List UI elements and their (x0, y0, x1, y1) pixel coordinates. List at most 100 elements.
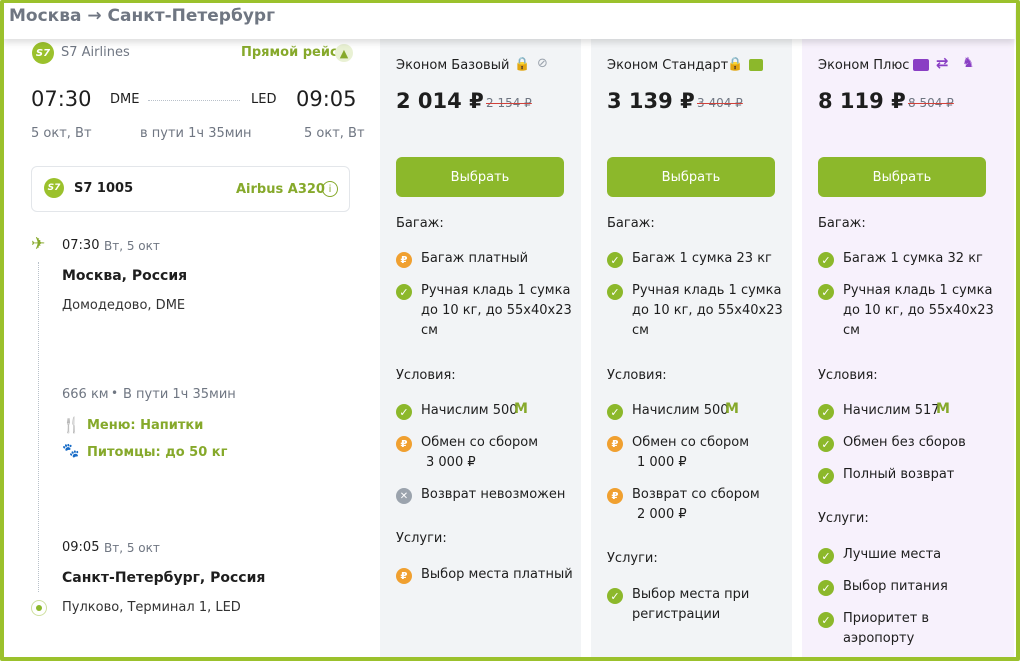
fork-knife-icon: 🍴 (62, 416, 81, 434)
check-icon: ✓ (818, 580, 834, 596)
services-title: Услуги: (818, 511, 869, 526)
conditions-title: Условия: (607, 368, 667, 383)
flight-duration: в пути 1ч 35мин (140, 126, 252, 141)
baggage-item: Ручная кладь 1 сумка (421, 283, 571, 298)
departure-date: 5 окт, Вт (31, 126, 92, 141)
menu-info: Меню: Напитки (87, 418, 204, 433)
check-icon: ✓ (607, 404, 623, 420)
route-line (148, 100, 240, 101)
condition-item: Обмен со сбором (632, 435, 750, 450)
conditions-title: Условия: (396, 368, 456, 383)
miles-icon: M (725, 401, 739, 417)
baggage-item: Багаж платный (421, 251, 529, 266)
condition-item: Возврат невозможен (421, 487, 566, 502)
condition-item: 1 000 ₽ (637, 455, 687, 470)
check-icon: ✓ (818, 436, 834, 452)
baggage-item: до 10 кг, до 55х40х23 (632, 303, 783, 318)
takeoff-icon: ✈ (31, 234, 46, 254)
fare-name: Эконом Плюс (818, 58, 910, 73)
baggage-title: Багаж: (396, 216, 444, 231)
condition-item: Возврат со сбором (632, 487, 760, 502)
paid-icon: ₽ (607, 436, 623, 452)
flight-distance: 666 км (62, 387, 109, 402)
fare-price: 8 119 ₽ (818, 89, 906, 113)
aircraft-type: Airbus A320 (236, 182, 325, 197)
arrival-code: LED (251, 92, 277, 107)
service-item: Выбор места платный (421, 567, 573, 582)
check-icon: ✓ (607, 252, 623, 268)
check-icon: ✓ (607, 588, 623, 604)
departure-city: Москва, Россия (62, 268, 188, 284)
bag-icon: 🔒 (514, 57, 531, 72)
check-icon: ✓ (396, 404, 412, 420)
baggage-item: до 10 кг, до 55х40х23 (421, 303, 572, 318)
direct-flight-toggle[interactable]: Прямой рейс (241, 45, 338, 60)
baggage-title: Багаж: (607, 216, 655, 231)
paid-icon: ₽ (396, 252, 412, 268)
arrival-date: 5 окт, Вт (304, 126, 365, 141)
check-icon: ✓ (607, 284, 623, 300)
paid-icon: ₽ (607, 488, 623, 504)
info-icon[interactable]: i (322, 181, 338, 197)
baggage-item: см (421, 323, 438, 338)
condition-item: Начислим 500 (421, 403, 518, 418)
bag-icon: 🔒 (727, 57, 744, 72)
fare-column-basic: Эконом Базовый 🔒 ⊘ 2 014 ₽ 2 154 ₽ Выбра… (380, 39, 581, 661)
condition-item: Начислим 517 (843, 403, 940, 418)
detail-duration: В пути 1ч 35мин (123, 387, 236, 402)
departure-code: DME (110, 92, 140, 107)
services-title: Услуги: (396, 531, 447, 546)
departure-airport: Домодедово, DME (62, 298, 186, 313)
cross-icon: ✕ (396, 488, 412, 504)
chevron-up-icon[interactable]: ▲ (335, 44, 353, 62)
conditions-title: Условия: (818, 368, 878, 383)
service-item: Приоритет в (843, 611, 930, 626)
arr-detail-time: 09:05 (62, 540, 100, 555)
baggage-item: Багаж 1 сумка 32 кг (843, 251, 983, 266)
baggage-item: см (843, 323, 860, 338)
baggage-title: Багаж: (818, 216, 866, 231)
condition-item: Обмен без сборов (843, 435, 966, 450)
s7-logo-small: S7 (44, 178, 64, 198)
miles-icon: M (936, 401, 950, 417)
dep-detail-time: 07:30 (62, 238, 100, 253)
fare-column-plus: Эконом Плюс ⇄ ♞ 8 119 ₽ 8 504 ₽ Выбрать … (802, 39, 1014, 661)
condition-item: Полный возврат (843, 467, 955, 482)
no-baggage-icon: ⊘ (537, 56, 548, 71)
fare-name: Эконом Базовый (396, 58, 510, 73)
select-fare-button[interactable]: Выбрать (818, 157, 986, 197)
check-icon: ✓ (818, 404, 834, 420)
flight-number: S7 1005 (74, 181, 134, 196)
arrival-city: Санкт-Петербург, Россия (62, 570, 266, 586)
timeline-line (38, 262, 39, 592)
service-item: регистрации (632, 607, 721, 622)
condition-item: Начислим 500 (632, 403, 729, 418)
flight-number-card: S7 S7 1005 Airbus A320 i (31, 166, 350, 212)
seat-icon: ♞ (962, 55, 975, 71)
select-fare-button[interactable]: Выбрать (607, 157, 775, 197)
select-fare-button[interactable]: Выбрать (396, 157, 564, 197)
check-icon: ✓ (818, 612, 834, 628)
check-icon: ✓ (818, 252, 834, 268)
arrival-point-icon (31, 600, 47, 616)
dot-separator: • (111, 386, 119, 400)
check-icon: ✓ (818, 548, 834, 564)
condition-item: Обмен со сбором (421, 435, 539, 450)
fare-column-standard: Эконом Стандарт 🔒 3 139 ₽ 3 404 ₽ Выбрат… (591, 39, 792, 661)
suitcase-icon (913, 59, 929, 71)
route-header: Москва → Санкт-Петербург (3, 3, 1015, 39)
departure-time: 07:30 (31, 87, 92, 111)
baggage-item: Ручная кладь 1 сумка (843, 283, 993, 298)
fare-old-price: 3 404 ₽ (697, 96, 743, 110)
arrival-airport: Пулково, Терминал 1, LED (62, 600, 241, 615)
check-icon: ✓ (396, 284, 412, 300)
dep-detail-date: Вт, 5 окт (104, 239, 160, 253)
baggage-item: Ручная кладь 1 сумка (632, 283, 782, 298)
service-item: Лучшие места (843, 547, 942, 562)
service-item: аэропорту (843, 631, 915, 646)
s7-logo: S7 (32, 42, 54, 64)
pets-info: Питомцы: до 50 кг (87, 445, 228, 460)
condition-item: 2 000 ₽ (637, 507, 687, 522)
miles-icon: M (514, 401, 528, 417)
condition-item: 3 000 ₽ (426, 455, 476, 470)
